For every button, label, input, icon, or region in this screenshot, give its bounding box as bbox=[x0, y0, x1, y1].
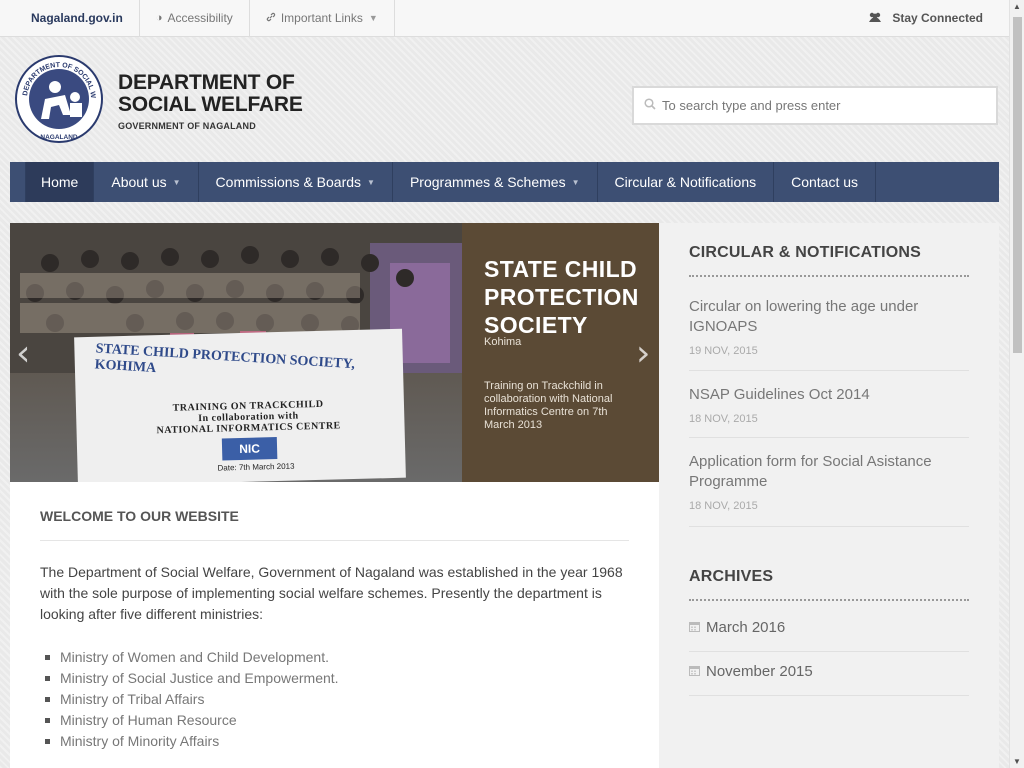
chevron-left-icon[interactable]: ‹ bbox=[16, 333, 30, 374]
slide-photo: STATE CHILD PROTECTION SOCIETY, KOHIMA T… bbox=[10, 223, 462, 482]
scroll-down-icon[interactable]: ▼ bbox=[1013, 757, 1021, 766]
archive-label: March 2016 bbox=[706, 619, 786, 636]
list-item: Ministry of Human Resource bbox=[45, 710, 339, 731]
calendar-icon bbox=[689, 621, 700, 635]
chevron-down-icon: ▼ bbox=[172, 177, 181, 187]
dotted-divider bbox=[689, 599, 969, 601]
nagaland-gov-link[interactable]: Nagaland.gov.in bbox=[0, 0, 140, 37]
svg-text:NAGALAND: NAGALAND bbox=[40, 134, 77, 141]
scroll-up-icon[interactable]: ▲ bbox=[1013, 2, 1021, 11]
divider bbox=[689, 651, 969, 652]
nav-contact-label: Contact us bbox=[791, 174, 859, 190]
important-links-label: Important Links bbox=[280, 11, 363, 25]
notice-date: 18 NOV, 2015 bbox=[689, 500, 758, 512]
banner-text: TRAINING ON TRACKCHILD In collaboration … bbox=[156, 398, 340, 436]
nav-commissions-boards[interactable]: Commissions & Boards ▼ bbox=[199, 162, 393, 202]
brand-line-3: GOVERNMENT OF NAGALAND bbox=[118, 121, 256, 131]
banner-nic-logo: NIC bbox=[221, 437, 278, 461]
nav-commissions-label: Commissions & Boards bbox=[215, 174, 362, 190]
notice-item[interactable]: Circular on lowering the age under IGNOA… bbox=[689, 297, 969, 357]
notice-title[interactable]: Circular on lowering the age under IGNOA… bbox=[689, 297, 969, 337]
nav-about-us[interactable]: About us ▼ bbox=[94, 162, 199, 202]
notice-title[interactable]: Application form for Social Asistance Pr… bbox=[689, 452, 969, 492]
archive-link[interactable]: November 2015 bbox=[689, 663, 813, 680]
contrast-icon: ◑ bbox=[155, 12, 163, 24]
users-icon bbox=[868, 11, 882, 26]
search-icon bbox=[644, 98, 656, 113]
accessibility-link[interactable]: ◑ Accessibility bbox=[140, 0, 250, 37]
slide-banner: STATE CHILD PROTECTION SOCIETY, KOHIMA T… bbox=[74, 328, 406, 482]
calendar-icon bbox=[689, 665, 700, 679]
important-links-dropdown[interactable]: Important Links ▼ bbox=[250, 0, 395, 37]
search-input[interactable] bbox=[662, 98, 982, 113]
sidebar: CIRCULAR & NOTIFICATIONS Circular on low… bbox=[659, 223, 999, 768]
main-navigation: Home About us ▼ Commissions & Boards ▼ Pro… bbox=[10, 162, 999, 202]
nav-circular-notifications[interactable]: Circular & Notifications bbox=[598, 162, 775, 202]
circulars-heading: CIRCULAR & NOTIFICATIONS bbox=[689, 244, 922, 261]
chevron-down-icon: ▼ bbox=[367, 177, 375, 187]
search-box[interactable] bbox=[632, 86, 998, 125]
nav-programmes-schemes[interactable]: Programmes & Schemes ▼ bbox=[393, 162, 598, 202]
welcome-panel: WELCOME TO OUR WEBSITE The Department of… bbox=[10, 482, 659, 768]
list-item: Ministry of Minority Affairs bbox=[45, 731, 339, 752]
page-scrollbar[interactable]: ▲ ▼ bbox=[1009, 0, 1024, 768]
notice-title[interactable]: NSAP Guidelines Oct 2014 bbox=[689, 385, 969, 405]
stay-connected-label: Stay Connected bbox=[892, 11, 983, 25]
accessibility-label: Accessibility bbox=[167, 11, 233, 25]
notice-item[interactable]: NSAP Guidelines Oct 2014 18 NOV, 2015 bbox=[689, 385, 969, 425]
link-icon bbox=[266, 12, 276, 25]
banner-heading: STATE CHILD PROTECTION SOCIETY, KOHIMA bbox=[94, 341, 356, 377]
slide-title[interactable]: STATE CHILD PROTECTION SOCIETY bbox=[484, 255, 654, 339]
stay-connected-button[interactable]: Stay Connected bbox=[868, 0, 1009, 37]
welcome-heading: WELCOME TO OUR WEBSITE bbox=[40, 508, 239, 524]
list-item: Ministry of Tribal Affairs bbox=[45, 689, 339, 710]
notice-date: 19 NOV, 2015 bbox=[689, 345, 758, 357]
archive-label: November 2015 bbox=[706, 663, 813, 680]
nav-contact-us[interactable]: Contact us bbox=[774, 162, 877, 202]
divider bbox=[689, 526, 969, 527]
nav-circular-label: Circular & Notifications bbox=[614, 174, 757, 190]
divider bbox=[40, 540, 629, 541]
chevron-down-icon: ▼ bbox=[368, 13, 378, 23]
welcome-paragraph: The Department of Social Welfare, Govern… bbox=[40, 564, 623, 622]
chevron-down-icon: ▼ bbox=[571, 177, 580, 187]
banner-date: Date: 7th March 2013 bbox=[217, 461, 295, 473]
notice-item[interactable]: Application form for Social Asistance Pr… bbox=[689, 452, 969, 512]
nav-home[interactable]: Home bbox=[25, 162, 95, 202]
top-bar: Nagaland.gov.in ◑ Accessibility Importan… bbox=[0, 0, 1009, 37]
list-item: Ministry of Social Justice and Empowerme… bbox=[45, 668, 339, 689]
brand-line-2: SOCIAL WELFARE bbox=[118, 93, 303, 116]
slide-caption: STATE CHILD PROTECTION SOCIETY Kohima Tr… bbox=[462, 223, 659, 482]
department-seal-logo[interactable]: DEPARTMENT OF SOCIAL WELFARE NAGALAND bbox=[12, 50, 103, 143]
nav-about-label: About us bbox=[111, 174, 167, 190]
list-item: Ministry of Women and Child Development. bbox=[45, 647, 339, 668]
brand-line-1: DEPARTMENT OF bbox=[118, 71, 295, 94]
archive-link[interactable]: March 2016 bbox=[689, 619, 785, 636]
chevron-right-icon[interactable]: › bbox=[636, 333, 650, 374]
divider bbox=[689, 695, 969, 696]
hero-slider[interactable]: STATE CHILD PROTECTION SOCIETY, KOHIMA T… bbox=[10, 223, 659, 482]
nav-programmes-label: Programmes & Schemes bbox=[409, 174, 566, 190]
notice-date: 18 NOV, 2015 bbox=[689, 413, 758, 425]
dotted-divider bbox=[689, 275, 969, 277]
site-brand[interactable]: DEPARTMENT OF SOCIAL WELFARE GOVERNMENT … bbox=[118, 71, 303, 132]
archives-heading: ARCHIVES bbox=[689, 568, 774, 585]
scrollbar-thumb[interactable] bbox=[1013, 17, 1022, 353]
ministries-list: Ministry of Women and Child Development.… bbox=[45, 647, 339, 752]
slide-description: Training on Trackchild in collaboration … bbox=[484, 380, 613, 431]
divider bbox=[689, 370, 969, 371]
nav-home-label: Home bbox=[41, 174, 79, 190]
slide-subtitle: Kohima bbox=[484, 336, 522, 348]
divider bbox=[689, 437, 969, 438]
